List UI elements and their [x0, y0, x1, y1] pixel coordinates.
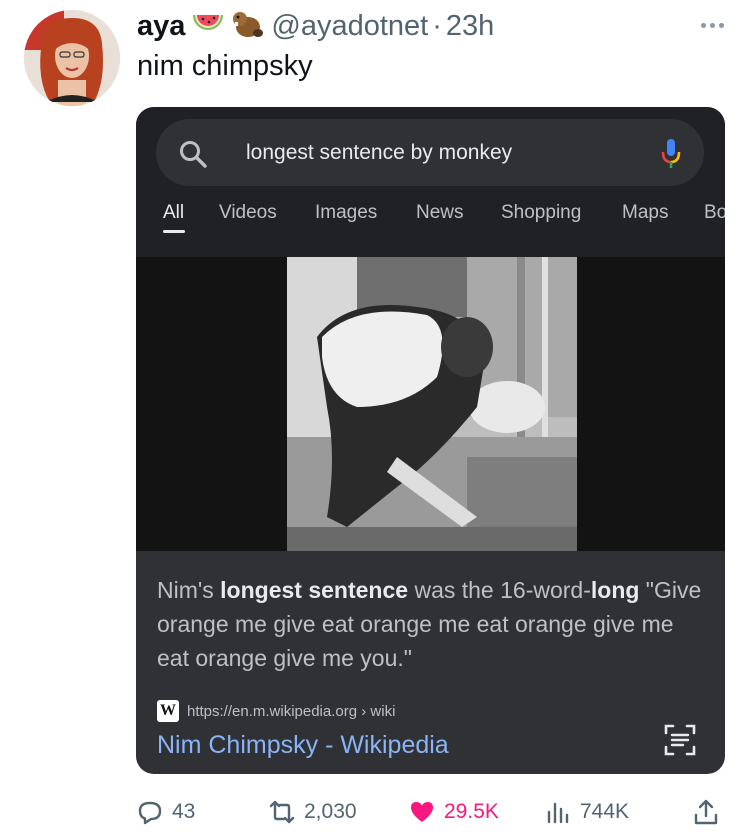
watermelon-icon — [191, 11, 225, 42]
tweet-actions: 43 2,030 29.5K 744K — [136, 792, 726, 832]
google-lens-icon — [664, 724, 696, 756]
tab-maps: Maps — [622, 202, 669, 223]
source-url: https://en.m.wikipedia.org › wiki — [187, 702, 396, 720]
result-source: W https://en.m.wikipedia.org › wiki — [157, 700, 395, 722]
author-name[interactable]: aya — [137, 10, 185, 43]
result-title-link: Nim Chimpsky - Wikipedia — [157, 731, 449, 759]
tab-videos: Videos — [219, 202, 277, 223]
beaver-icon — [231, 9, 264, 44]
chimpanzee-photo — [287, 257, 577, 551]
reply-button[interactable]: 43 — [136, 792, 195, 832]
tab-images: Images — [315, 202, 378, 223]
more-options-icon[interactable] — [694, 10, 730, 40]
views-count: 744K — [580, 800, 630, 823]
like-count: 29.5K — [444, 800, 499, 823]
active-tab-indicator — [163, 230, 185, 233]
result-snippet: Nim's longest sentence was the 16-word-l… — [157, 577, 702, 671]
search-bar: longest sentence by monkey — [156, 119, 704, 186]
result-image-area — [136, 257, 725, 551]
share-button[interactable] — [692, 792, 728, 832]
retweet-button[interactable]: 2,030 — [268, 792, 357, 832]
retweet-count: 2,030 — [304, 800, 357, 823]
share-icon — [694, 799, 718, 825]
tweet-text: nim chimpsky — [137, 50, 313, 82]
tab-books: Bo — [704, 202, 725, 223]
search-query: longest sentence by monkey — [246, 141, 513, 164]
search-icon — [180, 141, 207, 168]
tab-shopping: Shopping — [501, 202, 582, 223]
reply-icon — [138, 801, 162, 825]
retweet-icon — [269, 800, 295, 824]
avatar[interactable] — [24, 10, 120, 106]
wikipedia-icon: W — [157, 700, 179, 722]
tweet-header: aya @ayadotnet · 23h — [137, 6, 730, 46]
views-button[interactable]: 744K — [544, 792, 629, 832]
like-button[interactable]: 29.5K — [408, 792, 499, 832]
views-icon — [547, 802, 569, 824]
tab-all: All — [163, 202, 185, 223]
microphone-icon — [661, 139, 681, 168]
embedded-screenshot[interactable]: longest sentence by monkey All Videos Im… — [136, 107, 725, 774]
author-handle[interactable]: @ayadotnet · 23h — [271, 10, 494, 43]
heart-icon — [411, 802, 433, 822]
search-header: longest sentence by monkey All Videos Im… — [136, 107, 725, 257]
search-tabs: All Videos Images News Shopping Maps Bo — [136, 200, 725, 240]
tab-news: News — [416, 202, 464, 223]
reply-count: 43 — [172, 800, 196, 823]
